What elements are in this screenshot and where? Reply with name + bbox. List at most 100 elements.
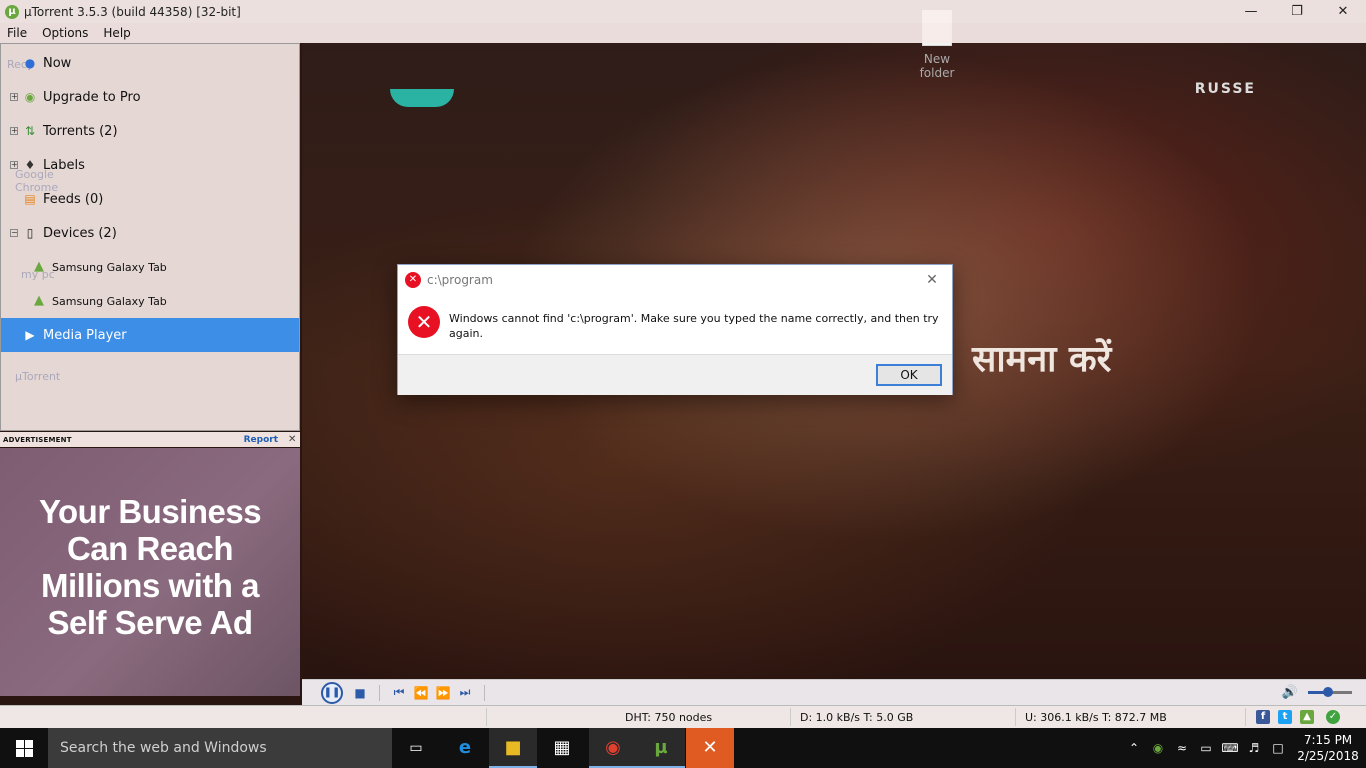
dht-status: DHT: 750 nodes [625,711,713,724]
sidebar-item-label: Upgrade to Pro [43,89,141,105]
rss-icon: ▤ [24,192,36,206]
utorrent-icon: ◉ [24,90,36,104]
updown-arrows-icon: ⇅ [24,124,36,138]
speaker-icon[interactable]: ♬ [1242,741,1266,755]
android-icon: ▲ [34,259,44,274]
store-icon[interactable]: ▦ [538,728,586,768]
divider [1245,708,1246,726]
utorrent-taskbar-icon[interactable]: µ [637,728,685,768]
sidebar-item-label: Labels [43,157,85,173]
download-status: D: 1.0 kB/s T: 5.0 GB [800,711,914,724]
sidebar-item-label: Media Player [43,327,127,343]
wifi-icon[interactable]: ≈ [1170,741,1194,755]
minimize-button[interactable]: — [1228,0,1274,23]
sidebar-item-feeds[interactable]: ▤ Feeds (0) [1,182,299,216]
system-tray: ⌃ ◉ ≈ ▭ ⌨ ♬ □ 7:15 PM 2/25/2018 [1122,728,1366,768]
sidebar-item-torrents[interactable]: + ⇅ Torrents (2) [1,114,299,148]
divider [484,684,485,701]
video-graphic [390,89,454,107]
tag-icon: ♦ [24,158,36,172]
dialog-title: c:\program [427,272,493,287]
dialog-message: Windows cannot find 'c:\program'. Make s… [449,312,939,340]
upload-status: U: 306.1 kB/s T: 872.7 MB [1025,711,1167,724]
search-input[interactable]: Search the web and Windows [48,728,392,768]
ad-report-link[interactable]: Report [244,435,278,445]
divider [379,684,380,701]
rewind-icon[interactable]: ⏪ [410,686,432,700]
menu-file[interactable]: File [0,26,35,40]
menu-options[interactable]: Options [35,26,96,40]
error-taskbar-icon[interactable]: ✕ [686,728,734,768]
divider [790,708,791,726]
utorrent-logo-icon: µ [5,4,19,19]
menu-help[interactable]: Help [96,26,138,40]
collapse-icon[interactable]: − [10,229,18,237]
facebook-icon[interactable]: f [1256,710,1270,724]
chrome-icon[interactable]: ◉ [589,728,637,768]
chevron-up-icon[interactable]: ⌃ [1122,741,1146,755]
sidebar-item-labels[interactable]: + ♦ Labels [1,148,299,182]
expand-icon[interactable]: + [10,93,18,101]
error-dialog: ✕ c:\program ✕ ✕ Windows cannot find 'c:… [397,264,953,395]
sidebar-item-now[interactable]: ● Now [1,46,299,80]
taskbar: Search the web and Windows ▭ e ■ ▦ ◉ µ ✕… [0,728,1366,768]
sidebar-item-label: Feeds (0) [43,191,104,207]
sidebar-item-upgrade[interactable]: + ◉ Upgrade to Pro [1,80,299,114]
windows-logo-icon [15,739,33,757]
task-view-icon[interactable]: ▭ [392,728,440,768]
volume-knob[interactable] [1322,687,1333,697]
divider [1015,708,1016,726]
close-button[interactable]: ✕ [1320,0,1366,23]
stop-button[interactable]: ■ [349,686,371,700]
sidebar-item-device[interactable]: ▲ Samsung Galaxy Tab [1,250,299,284]
error-icon: ✕ [405,271,421,288]
sidebar-item-label: Now [43,55,72,71]
file-explorer-icon[interactable]: ■ [489,728,537,768]
clock-time: 7:15 PM [1303,733,1353,747]
ad-headline: Your Business Can Reach Millions with a … [38,493,262,641]
keyboard-icon[interactable]: ⌨ [1218,741,1242,755]
dialog-footer: OK [398,354,952,395]
video-corner-text: RUSSE [1194,81,1256,97]
play-icon: ▶ [25,328,35,342]
status-ok-icon: ✓ [1326,710,1340,724]
twitter-icon[interactable]: t [1278,710,1292,724]
android-icon: ▲ [34,293,44,308]
expand-icon[interactable]: + [10,127,18,135]
maximize-button[interactable]: ❐ [1274,0,1320,23]
ad-close-icon[interactable]: ✕ [288,434,298,445]
desktop-ghost-label: µTorrent [15,370,61,383]
clock[interactable]: 7:15 PM 2/25/2018 [1290,732,1366,764]
next-icon[interactable]: ⏭ [454,685,476,700]
clock-date: 2/25/2018 [1297,749,1359,763]
divider [486,708,487,726]
battery-icon[interactable]: ▭ [1194,741,1218,755]
globe-icon: ● [24,56,36,70]
previous-icon[interactable]: ⏮ [388,685,410,700]
fast-forward-icon[interactable]: ⏩ [432,686,454,700]
notifications-icon[interactable]: □ [1266,741,1290,755]
video-caption: सामना करें [972,338,1112,380]
sidebar-item-devices[interactable]: − ▯ Devices (2) [1,216,299,250]
dialog-close-button[interactable]: ✕ [920,272,944,288]
pause-button[interactable]: ❚❚ [321,681,343,704]
sidebar-item-label: Devices (2) [43,225,117,241]
volume-icon[interactable]: 🔊 [1282,685,1298,700]
start-button[interactable] [0,728,48,768]
menu-bar: File Options Help [0,23,1366,43]
ad-header: ADVERTISEMENT Report ✕ [0,432,300,447]
error-icon: ✕ [408,306,440,338]
edge-icon[interactable]: e [441,728,489,768]
desktop-folder-label: New folder [919,52,955,80]
window-title: µTorrent 3.5.3 (build 44358) [32-bit] [24,4,241,19]
sidebar: Recy Google Chrome my pc µTorrent ● Now … [0,43,300,431]
volume-slider[interactable] [1308,687,1352,697]
advertisement-banner[interactable]: Your Business Can Reach Millions with a … [0,448,300,696]
expand-icon[interactable]: + [10,161,18,169]
android-icon[interactable]: ▲ [1300,710,1314,724]
ok-button[interactable]: OK [876,364,942,386]
sidebar-item-device[interactable]: ▲ Samsung Galaxy Tab [1,284,299,318]
sidebar-item-media-player[interactable]: ▶ Media Player [1,318,299,352]
utorrent-tray-icon[interactable]: ◉ [1146,741,1170,755]
sidebar-item-label: Samsung Galaxy Tab [52,260,167,274]
